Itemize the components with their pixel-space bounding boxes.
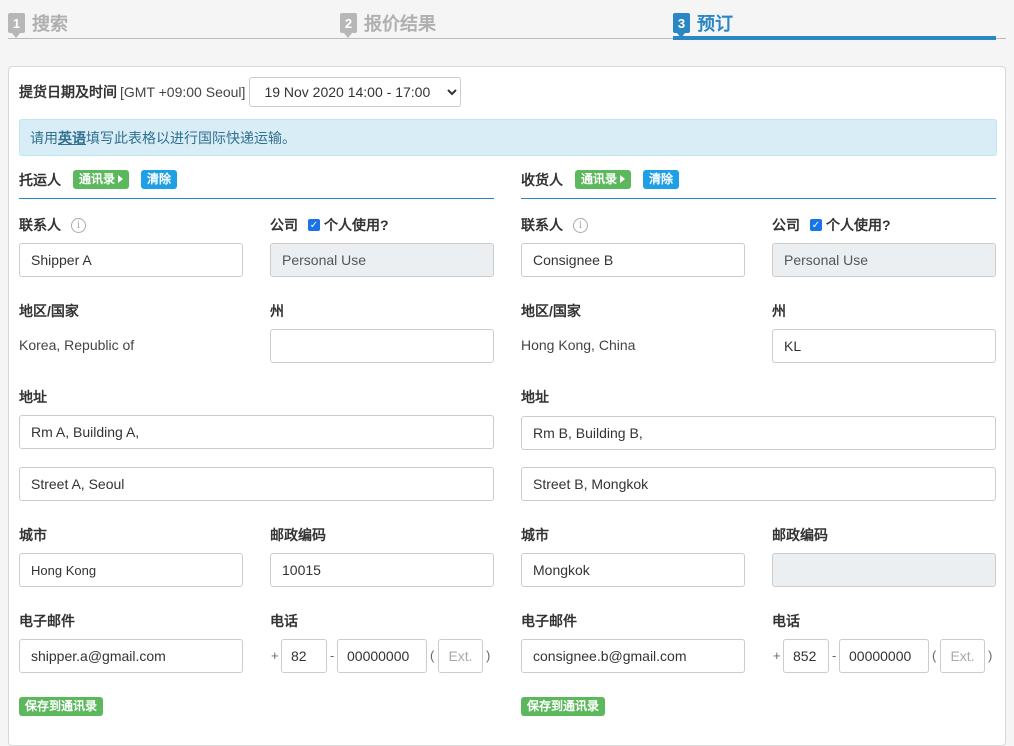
shipper-company-label: 公司 ✓ 个人使用? (270, 215, 389, 235)
close-paren: ) (486, 648, 491, 663)
shipper-email-label: 电子邮件 (19, 613, 75, 629)
info-icon[interactable]: i (71, 217, 86, 233)
step-label-booking: 预订 (697, 14, 733, 34)
shipper-personal-checkbox[interactable]: ✓ 个人使用? (308, 215, 389, 235)
shipper-postcode-label: 邮政编码 (270, 527, 326, 543)
step-number-3: 3 (673, 13, 690, 38)
shipper-ext-input[interactable]: Ext. (438, 639, 483, 673)
consignee-address2-input[interactable]: Street B, Mongkok (521, 467, 996, 501)
consignee-clear-button[interactable]: 清除 (643, 170, 680, 189)
shipper-title: 托运人 (19, 171, 61, 188)
consignee-email-input[interactable]: consignee.b@gmail.com (521, 639, 745, 673)
shipper-address1-input[interactable]: Rm A, Building A, (19, 415, 494, 449)
shipper-country-value: Korea, Republic of (19, 337, 135, 353)
consignee-phone-code-input[interactable]: 852 (783, 639, 829, 673)
shipper-contact-label-text: 联系人 (19, 217, 61, 233)
shipper-address2-input[interactable]: Street A, Seoul (19, 467, 494, 501)
shipper-phone-number-input[interactable]: 00000000 (337, 639, 427, 673)
consignee-postcode-input[interactable] (772, 553, 996, 587)
plus-sign: + (773, 648, 781, 663)
step-quote-results[interactable]: 2 报价结果 (340, 8, 436, 38)
consignee-city-label: 城市 (521, 527, 549, 543)
booking-form-card: 提货日期及时间 [GMT +09:00 Seoul] 19 Nov 2020 1… (8, 66, 1006, 746)
step-booking[interactable]: 3 预订 (673, 8, 733, 38)
shipper-address-book-label: 通讯录 (79, 172, 116, 186)
consignee-ext-input[interactable]: Ext. (940, 639, 985, 673)
shipper-save-to-address-book-button[interactable]: 保存到通讯录 (19, 697, 104, 716)
pickup-time-select[interactable]: 19 Nov 2020 14:00 - 17:00 (249, 77, 462, 107)
shipper-postcode-input[interactable]: 10015 (270, 553, 494, 587)
consignee-address-label: 地址 (521, 389, 549, 405)
consignee-email-label: 电子邮件 (521, 613, 577, 629)
pickup-timezone: [GMT +09:00 Seoul] (120, 84, 246, 100)
consignee-personal-label: 个人使用? (826, 217, 891, 233)
shipper-contact-input[interactable]: Shipper A (19, 243, 243, 277)
shipper-address-book-button[interactable]: 通讯录 (73, 170, 130, 189)
plus-sign: + (271, 648, 279, 663)
consignee-company-label: 公司 ✓ 个人使用? (772, 215, 891, 235)
steps-bar: 1 搜索 2 报价结果 3 预订 (8, 0, 1006, 42)
consignee-address-book-button[interactable]: 通讯录 (575, 170, 632, 189)
step-number-2: 2 (340, 13, 357, 38)
caret-right-icon (118, 175, 124, 183)
shipper-email-input[interactable]: shipper.a@gmail.com (19, 639, 243, 673)
consignee-company-input[interactable]: Personal Use (772, 243, 996, 277)
consignee-city-input[interactable]: Mongkok (521, 553, 745, 587)
notice-suffix: 填写此表格以进行国际快递运输。 (86, 129, 296, 146)
consignee-personal-checkbox[interactable]: ✓ 个人使用? (810, 215, 891, 235)
info-icon[interactable]: i (573, 217, 588, 233)
step-label-quote-results: 报价结果 (364, 14, 436, 34)
consignee-contact-input[interactable]: Consignee B (521, 243, 745, 277)
step-active-indicator (673, 36, 996, 40)
pickup-label: 提货日期及时间 (19, 84, 117, 100)
consignee-section: 收货人 通讯录 清除 联系人 i 公司 ✓ 个人使用? Consignee B P… (521, 167, 996, 716)
shipper-state-label: 州 (270, 303, 284, 319)
notice-prefix: 请用 (30, 129, 58, 146)
caret-right-icon (620, 175, 626, 183)
shipper-company-input[interactable]: Personal Use (270, 243, 494, 277)
checkmark-icon: ✓ (810, 219, 822, 231)
shipper-clear-button[interactable]: 清除 (141, 170, 178, 189)
consignee-company-label-text: 公司 (772, 217, 800, 233)
step-number-1: 1 (8, 13, 25, 38)
shipper-contact-label: 联系人 i (19, 215, 86, 235)
dash-sign: - (832, 648, 837, 663)
consignee-contact-label-text: 联系人 (521, 217, 563, 233)
consignee-country-label: 地区/国家 (521, 303, 581, 319)
step-search[interactable]: 1 搜索 (8, 8, 68, 38)
shipper-personal-label: 个人使用? (324, 217, 389, 233)
step-label-search: 搜索 (32, 14, 68, 34)
consignee-country-value: Hong Kong, China (521, 337, 636, 353)
consignee-state-input[interactable]: KL (772, 329, 996, 363)
consignee-postcode-label: 邮政编码 (772, 527, 828, 543)
consignee-phone-label: 电话 (772, 613, 800, 629)
consignee-title: 收货人 (521, 171, 563, 188)
consignee-phone-number-input[interactable]: 00000000 (839, 639, 929, 673)
open-paren: ( (932, 648, 937, 663)
consignee-address1-input[interactable]: Rm B, Building B, (521, 416, 996, 450)
shipper-country-label: 地区/国家 (19, 303, 79, 319)
shipper-header: 托运人 通讯录 清除 (19, 167, 494, 199)
close-paren: ) (988, 648, 993, 663)
consignee-address-book-label: 通讯录 (581, 172, 618, 186)
consignee-state-label: 州 (772, 303, 786, 319)
shipper-phone-label: 电话 (270, 613, 298, 629)
shipper-city-input[interactable]: Hong Kong (19, 553, 243, 587)
shipper-state-input[interactable] (270, 329, 494, 363)
dash-sign: - (330, 648, 335, 663)
checkmark-icon: ✓ (308, 219, 320, 231)
english-notice: 请用 英语 填写此表格以进行国际快递运输。 (19, 119, 997, 156)
shipper-city-label: 城市 (19, 527, 47, 543)
notice-emphasis: 英语 (58, 129, 86, 146)
pickup-row: 提货日期及时间 [GMT +09:00 Seoul] 19 Nov 2020 1… (19, 77, 462, 107)
shipper-address-label: 地址 (19, 389, 47, 405)
consignee-header: 收货人 通讯录 清除 (521, 167, 996, 199)
consignee-contact-label: 联系人 i (521, 215, 588, 235)
shipper-company-label-text: 公司 (270, 217, 298, 233)
open-paren: ( (430, 648, 435, 663)
shipper-phone-code-input[interactable]: 82 (281, 639, 327, 673)
shipper-section: 托运人 通讯录 清除 联系人 i 公司 ✓ 个人使用? Shipper A Per… (19, 167, 494, 716)
consignee-save-to-address-book-button[interactable]: 保存到通讯录 (521, 697, 606, 716)
